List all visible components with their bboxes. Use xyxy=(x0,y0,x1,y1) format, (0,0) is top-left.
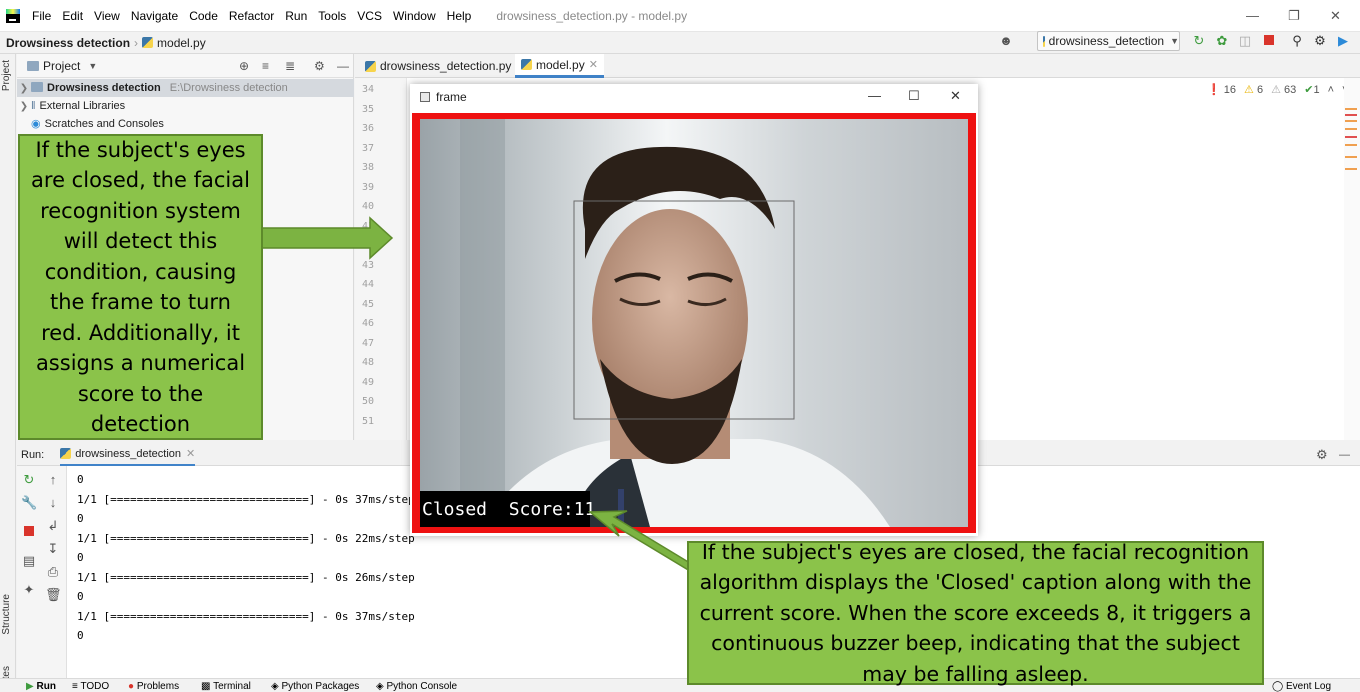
pointer-arrow-icon xyxy=(587,510,691,573)
callout-score-explanation: If the subject's eyes are closed, the fa… xyxy=(687,540,1264,686)
callout-red-frame-explanation: If the subject's eyes are closed, the fa… xyxy=(18,134,263,440)
right-arrow-icon xyxy=(261,216,394,260)
